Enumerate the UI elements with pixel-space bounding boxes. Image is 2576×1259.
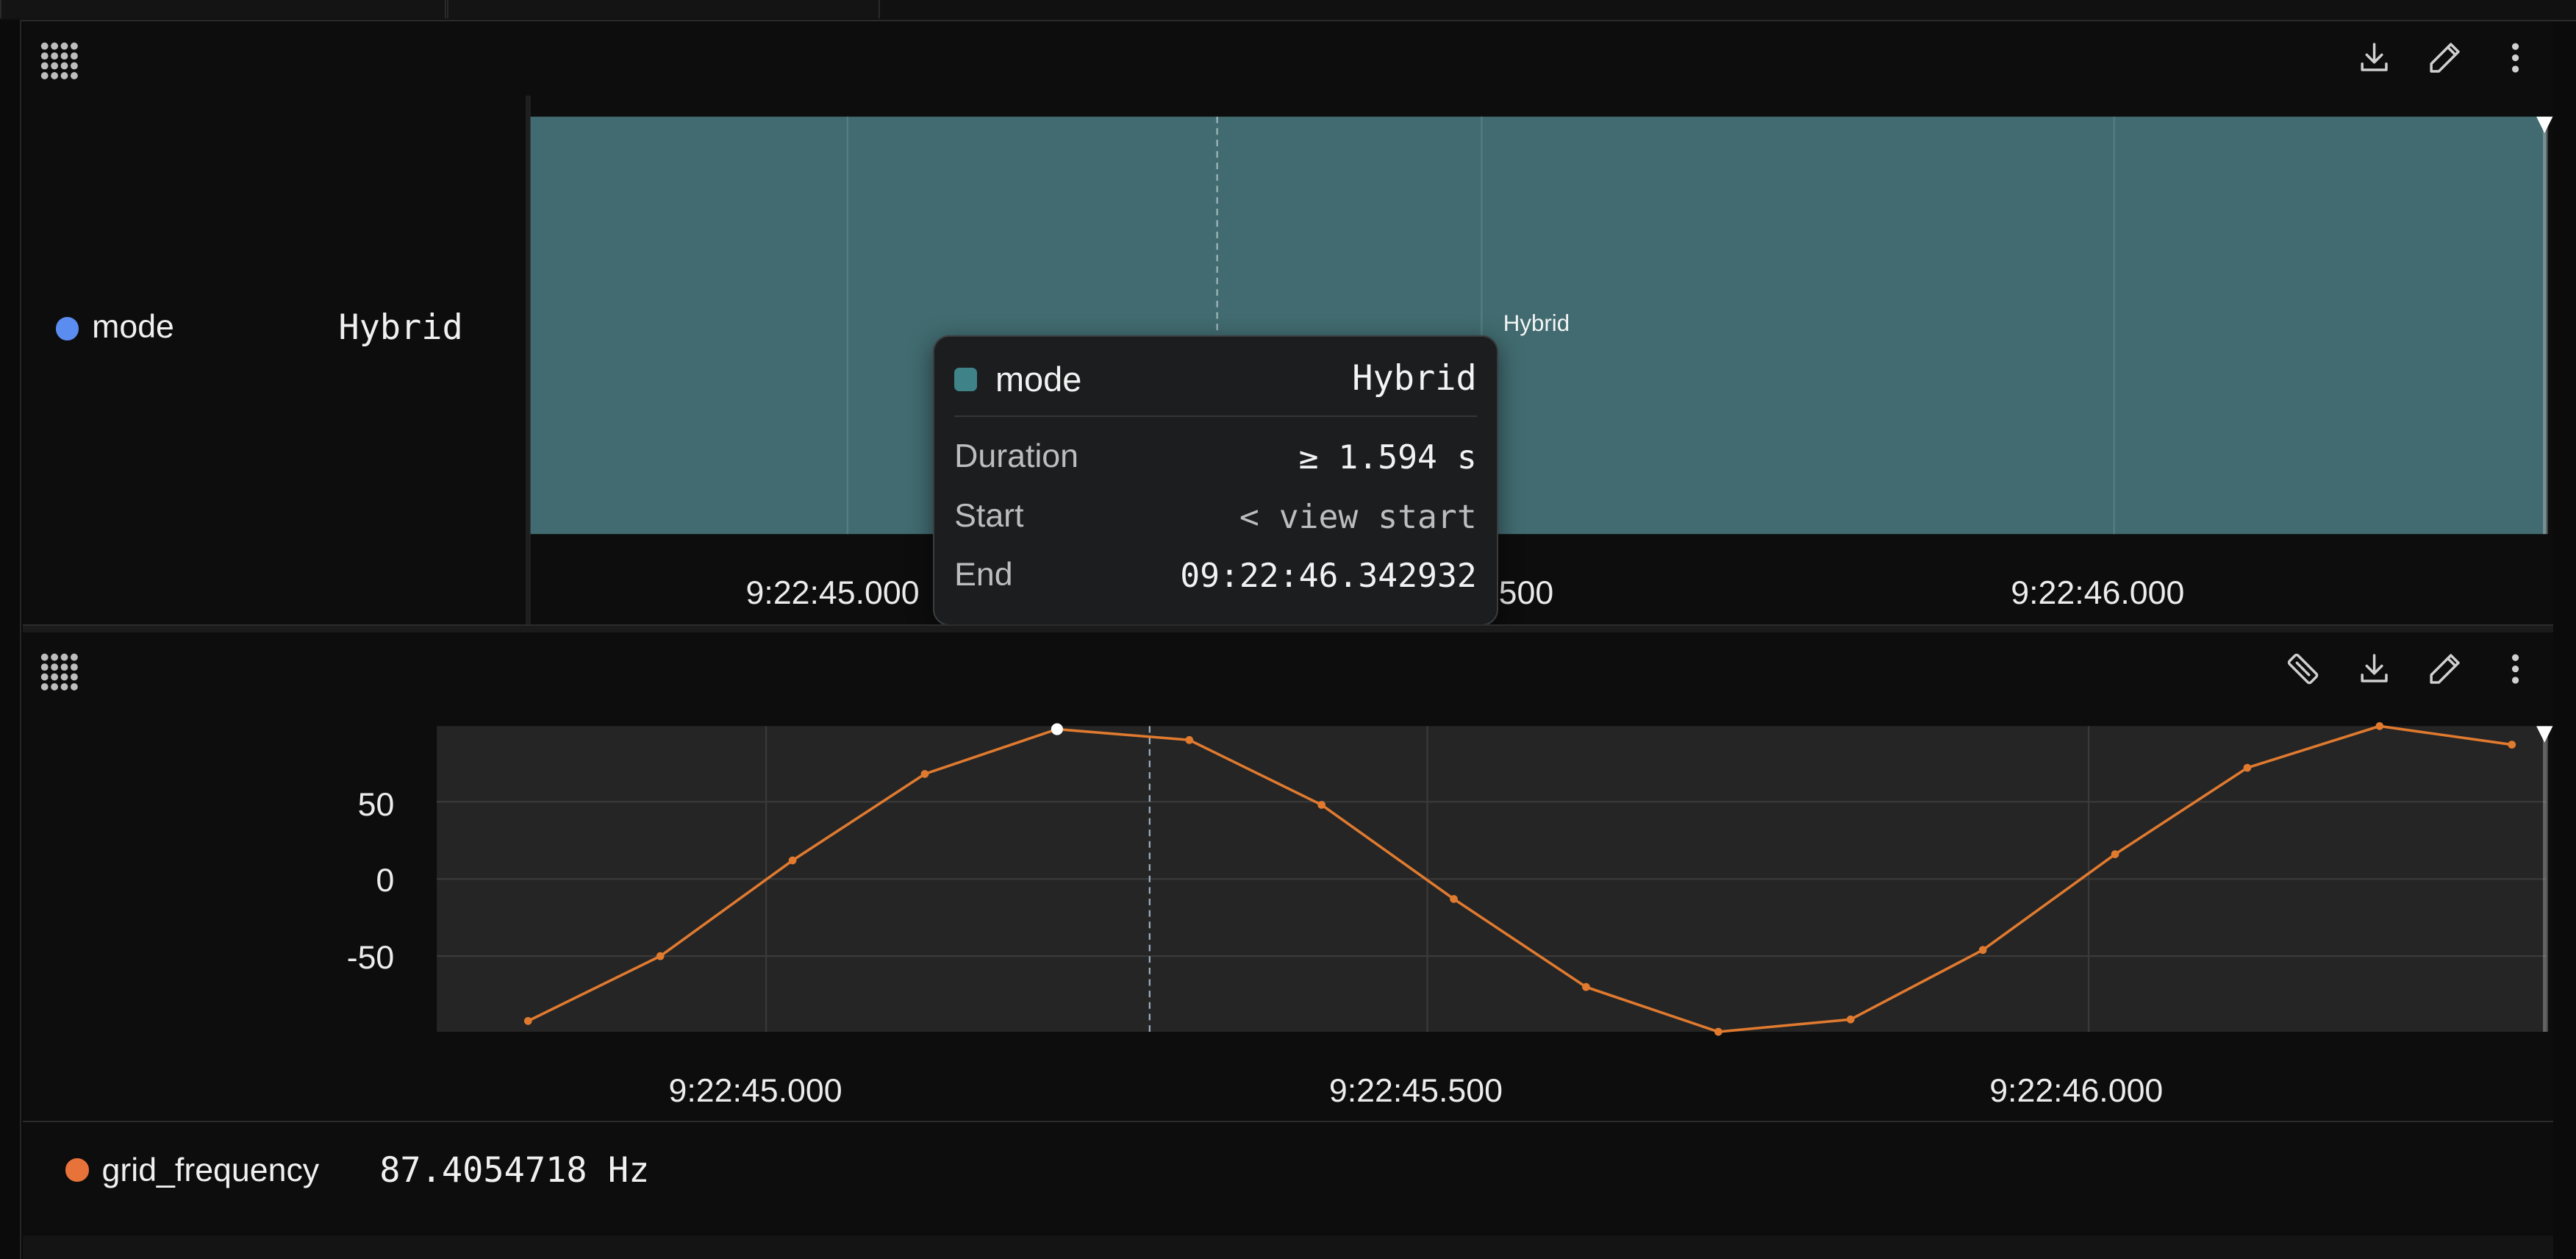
legend-separator xyxy=(23,1121,2553,1123)
data-point[interactable] xyxy=(656,952,665,960)
tooltip-row-start: Start < view start xyxy=(954,498,1477,544)
tooltip-row-end: End 09:22:46.342932 xyxy=(954,557,1477,603)
data-point[interactable] xyxy=(2243,764,2252,772)
data-point[interactable] xyxy=(1979,946,1987,955)
hover-tooltip: mode Hybrid Duration ≥ 1.594 s Start < v… xyxy=(933,335,1498,626)
data-point[interactable] xyxy=(1317,801,1326,810)
view-end-edge xyxy=(2543,726,2549,1032)
highlighted-data-point[interactable] xyxy=(1051,723,1064,735)
data-point[interactable] xyxy=(2111,850,2119,859)
tooltip-value: 09:22:46.342932 xyxy=(1180,557,1477,596)
data-point[interactable] xyxy=(2508,741,2516,749)
grid-frequency-chart[interactable] xyxy=(23,632,2553,1060)
resize-handle-icon[interactable] xyxy=(2517,593,2547,620)
legend-series-value: 87.4054718 Hz xyxy=(379,1150,650,1191)
tooltip-series-value: Hybrid xyxy=(1352,357,1477,399)
tooltip-key: End xyxy=(954,557,1013,593)
tooltip-series-swatch xyxy=(954,368,978,391)
tab[interactable] xyxy=(446,0,881,18)
data-point[interactable] xyxy=(1450,895,1459,904)
data-point[interactable] xyxy=(524,1017,532,1026)
grid-frequency-legend[interactable]: grid_frequency 87.4054718 Hz xyxy=(65,1150,756,1193)
band-label: Hybrid xyxy=(1503,310,1570,337)
tooltip-value: ≥ 1.594 s xyxy=(1298,438,1477,477)
x-tick-label: 9:22:46.000 xyxy=(2011,575,2185,612)
legend-series-name: grid_frequency xyxy=(101,1152,320,1188)
grid-frequency-panel: 50 0 -50 9:22:45.000 9:22:45.500 9:22:46… xyxy=(23,632,2553,1235)
x-tick-label: 9:22:45.500 xyxy=(1328,1073,1503,1110)
data-point[interactable] xyxy=(2375,722,2384,731)
data-point[interactable] xyxy=(1185,736,1194,744)
left-rail xyxy=(0,19,21,1259)
tooltip-series-name: mode xyxy=(995,360,1082,399)
data-point[interactable] xyxy=(1714,1028,1722,1036)
x-tick-label: 9:22:45.000 xyxy=(745,575,920,612)
top-tab-strip xyxy=(0,0,2576,21)
x-tick-label: 9:22:45.000 xyxy=(668,1073,842,1110)
data-point[interactable] xyxy=(1847,1016,1855,1024)
tab[interactable] xyxy=(0,0,447,18)
resize-handle-icon[interactable] xyxy=(2517,1199,2547,1226)
data-point[interactable] xyxy=(1582,983,1591,991)
view-end-edge xyxy=(2543,116,2549,535)
grid-frequency-legend-dot xyxy=(65,1158,89,1182)
tooltip-value: < view start xyxy=(1239,497,1477,536)
data-point[interactable] xyxy=(920,770,929,779)
bottom-strip xyxy=(23,1235,2553,1259)
tooltip-key: Duration xyxy=(954,438,1079,475)
tooltip-key: Start xyxy=(954,497,1024,534)
tooltip-row-duration: Duration ≥ 1.594 s xyxy=(954,438,1477,485)
tooltip-divider xyxy=(954,415,1477,418)
data-point[interactable] xyxy=(788,857,797,865)
x-tick-label: 9:22:46.000 xyxy=(1989,1073,2164,1110)
